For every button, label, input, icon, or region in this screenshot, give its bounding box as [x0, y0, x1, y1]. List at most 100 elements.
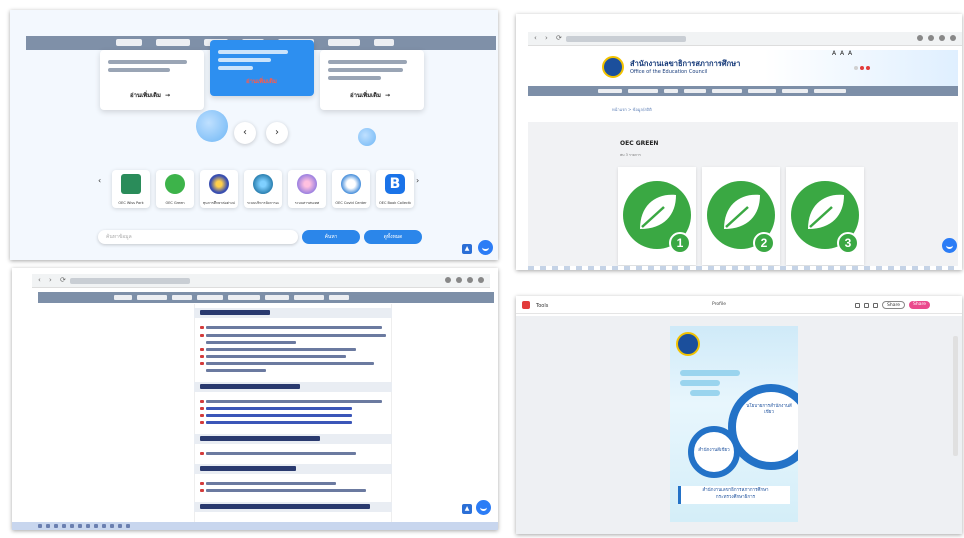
taskbar-app-icon[interactable]	[46, 524, 50, 528]
oec-icon	[341, 174, 361, 194]
carousel-prev-button[interactable]: ‹	[234, 122, 256, 144]
menu-item[interactable]	[374, 39, 394, 46]
document-link[interactable]	[206, 348, 356, 351]
tools-menu[interactable]: Tools	[536, 303, 548, 309]
menu-item[interactable]	[114, 295, 132, 300]
taskbar-app-icon[interactable]	[38, 524, 42, 528]
tiles-prev-icon[interactable]: ‹	[98, 176, 101, 185]
taskbar-app-icon[interactable]	[86, 524, 90, 528]
taskbar-app-icon[interactable]	[62, 524, 66, 528]
decorative-stripe	[690, 390, 720, 396]
document-link[interactable]	[206, 452, 356, 455]
page-indicator[interactable]: Profile	[712, 302, 726, 307]
address-bar[interactable]	[566, 36, 686, 42]
menu-item[interactable]	[294, 295, 324, 300]
featured-news-card[interactable]: อ่านเพิ่มเติม	[210, 40, 314, 96]
menu-item[interactable]	[328, 39, 360, 46]
ring-small-text: สำนักงานสีเขียว	[698, 448, 730, 453]
service-tile[interactable]: B OEC Book Collection	[376, 170, 414, 208]
menu-item[interactable]	[116, 39, 142, 46]
news-card[interactable]: อ่านเพิ่มเติม →	[320, 50, 424, 110]
document-link[interactable]	[206, 414, 352, 417]
document-link[interactable]	[206, 400, 382, 403]
search-input[interactable]: ค้นหาข้อมูล	[98, 230, 298, 244]
read-more-link[interactable]: อ่านเพิ่มเติม →	[130, 90, 170, 100]
document-link[interactable]	[206, 489, 366, 492]
address-bar[interactable]	[70, 278, 190, 284]
document-link[interactable]	[206, 482, 336, 485]
document-link[interactable]	[206, 407, 352, 410]
document-link[interactable]	[206, 362, 374, 365]
menu-item[interactable]	[329, 295, 349, 300]
card-number: 1	[677, 236, 684, 250]
document-link[interactable]	[206, 355, 346, 358]
tiles-next-icon[interactable]: ›	[416, 176, 419, 185]
taskbar-app-icon[interactable]	[54, 524, 58, 528]
share-button[interactable]: Share	[909, 301, 930, 309]
menu-item[interactable]	[814, 89, 846, 93]
document-link[interactable]	[206, 326, 382, 329]
menu-item[interactable]	[598, 89, 622, 93]
read-more-link[interactable]: อ่านเพิ่มเติม →	[350, 90, 390, 100]
oec-green-card[interactable]: 3	[786, 167, 864, 265]
read-more-link[interactable]: อ่านเพิ่มเติม	[246, 76, 277, 86]
menu-item[interactable]	[748, 89, 776, 93]
result-count: พบ 3 รายการ	[620, 153, 641, 157]
oec-green-card[interactable]: 1	[618, 167, 696, 265]
service-tile[interactable]: ระบบบริหารจัดการองค์กร	[244, 170, 282, 208]
carousel-next-button[interactable]: ›	[266, 122, 288, 144]
messenger-icon[interactable]	[476, 500, 491, 515]
menu-item[interactable]	[628, 89, 658, 93]
taskbar-app-icon[interactable]	[78, 524, 82, 528]
taskbar-app-icon[interactable]	[94, 524, 98, 528]
menu-item[interactable]	[172, 295, 192, 300]
messenger-icon[interactable]	[478, 240, 493, 255]
browser-nav-icons[interactable]: ‹ › ⟳	[534, 34, 565, 42]
document-link[interactable]	[206, 334, 386, 337]
share-outline-button[interactable]: Share	[882, 301, 905, 309]
scroll-top-button[interactable]: ▲	[462, 244, 472, 254]
menu-item[interactable]	[137, 295, 167, 300]
service-tile[interactable]: ทุนการศึกษาต่อต่างประเทศ	[200, 170, 238, 208]
menu-item[interactable]	[712, 89, 742, 93]
menu-item[interactable]	[156, 39, 190, 46]
poster-design[interactable]: นโยบายการสำนักงานสีเขียว สำนักงานสีเขียว…	[670, 326, 798, 522]
menu-item[interactable]	[228, 295, 260, 300]
service-tile[interactable]: ระบบสารสนเทศ	[288, 170, 326, 208]
menu-item[interactable]	[265, 295, 289, 300]
messenger-icon[interactable]	[942, 238, 957, 253]
oec-green-card[interactable]: 2	[702, 167, 780, 265]
search-button[interactable]: ค้นหา	[302, 230, 360, 244]
service-tile[interactable]: OEC Wiss Park	[112, 170, 150, 208]
view-all-button[interactable]: ดูทั้งหมด	[364, 230, 422, 244]
redo-icon[interactable]	[864, 302, 869, 308]
breadcrumb[interactable]: หน้าแรก > ข้อมูล/สถิติ	[612, 106, 652, 113]
section-header	[194, 464, 392, 474]
taskbar-app-icon[interactable]	[102, 524, 106, 528]
menu-item[interactable]	[197, 295, 223, 300]
undo-icon[interactable]	[855, 302, 860, 308]
arrow-right-icon: →	[164, 92, 170, 99]
pdf-icon	[200, 400, 204, 403]
theme-switch[interactable]	[854, 66, 870, 70]
taskbar-app-icon[interactable]	[118, 524, 122, 528]
news-card[interactable]: อ่านเพิ่มเติม →	[100, 50, 204, 110]
service-tile[interactable]: OEC Covid Center	[332, 170, 370, 208]
document-link[interactable]	[206, 341, 296, 344]
service-tiles: OEC Wiss Park OEC Green ทุนการศึกษาต่อต่…	[112, 170, 414, 208]
menu-item[interactable]	[782, 89, 808, 93]
document-link[interactable]	[206, 421, 352, 424]
section-header	[194, 502, 392, 512]
copy-icon[interactable]	[873, 302, 878, 308]
taskbar-app-icon[interactable]	[110, 524, 114, 528]
taskbar-app-icon[interactable]	[70, 524, 74, 528]
taskbar-app-icon[interactable]	[126, 524, 130, 528]
browser-nav-icons[interactable]: ‹ › ⟳	[38, 276, 69, 284]
font-size-controls[interactable]: A A A	[832, 50, 853, 57]
service-tile[interactable]: OEC Green	[156, 170, 194, 208]
menu-item[interactable]	[684, 89, 706, 93]
scroll-top-button[interactable]: ▲	[462, 504, 472, 514]
menu-item[interactable]	[664, 89, 678, 93]
document-link[interactable]	[206, 369, 266, 372]
vertical-scrollbar[interactable]	[953, 336, 958, 456]
